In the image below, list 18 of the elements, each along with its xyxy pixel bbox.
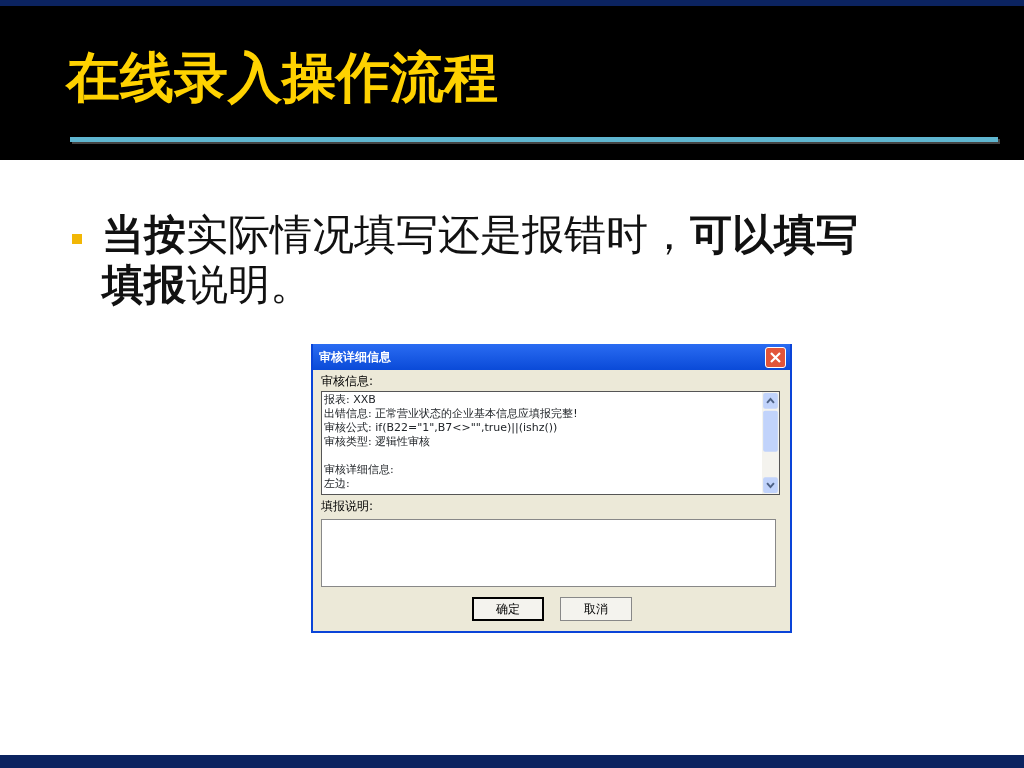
dialog-button[interactable]: 取消 (559, 597, 632, 621)
dialog-title: 审核详细信息 (319, 349, 391, 366)
message-line: 报表: XXB (324, 393, 377, 407)
message-line: 出错信息: 正常营业状态的企业基本信息应填报完整! (324, 407, 579, 421)
message-line: 审核类型: 逻辑性审核 (324, 435, 432, 449)
field-label: 填报说明: (321, 498, 375, 515)
message-line: 审核公式: if(B22="1",B7<>"",true)||(ishz()) (324, 421, 559, 435)
close-icon (770, 351, 781, 363)
message-line: 左边: (324, 477, 351, 491)
field-label: 审核信息: (321, 373, 375, 390)
scrollbar[interactable] (762, 392, 779, 494)
input-field[interactable] (321, 519, 776, 587)
bullet-text: 当按实际情况填写还是报错时，可以填写填报说明。 (102, 210, 859, 310)
close-button[interactable] (765, 346, 786, 368)
bullet-icon (72, 234, 82, 244)
slide-title: 在线录入操作流程 (66, 46, 499, 111)
message-line: 审核详细信息: (324, 463, 395, 477)
dialog-button[interactable]: 确定 (471, 597, 544, 621)
